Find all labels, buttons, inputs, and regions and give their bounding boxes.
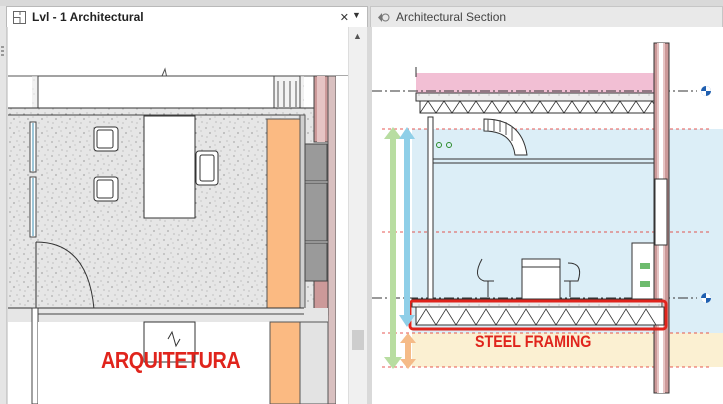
steel-framing-annotation: STEEL FRAMING — [475, 332, 592, 351]
vertical-scrollbar[interactable]: ▲ — [348, 27, 367, 404]
chevron-down-icon[interactable]: ▼ — [352, 10, 361, 20]
tab-lvl1-architectural[interactable]: Lvl - 1 Architectural ✕ — [6, 6, 368, 27]
arquitetura-annotation: ARQUITETURA — [101, 347, 241, 373]
scroll-thumb[interactable] — [352, 330, 364, 350]
green-height-arrow — [384, 127, 402, 369]
close-icon[interactable]: ✕ — [340, 11, 349, 24]
floor-plan-icon — [13, 10, 26, 24]
tab-title: Lvl - 1 Architectural — [32, 10, 144, 24]
section-icon — [378, 12, 390, 22]
tab-architectural-section[interactable]: Architectural Section — [370, 6, 723, 27]
scroll-up-icon[interactable]: ▲ — [353, 31, 362, 41]
tab-title: Architectural Section — [396, 10, 507, 24]
left-panel-trim — [0, 6, 7, 404]
